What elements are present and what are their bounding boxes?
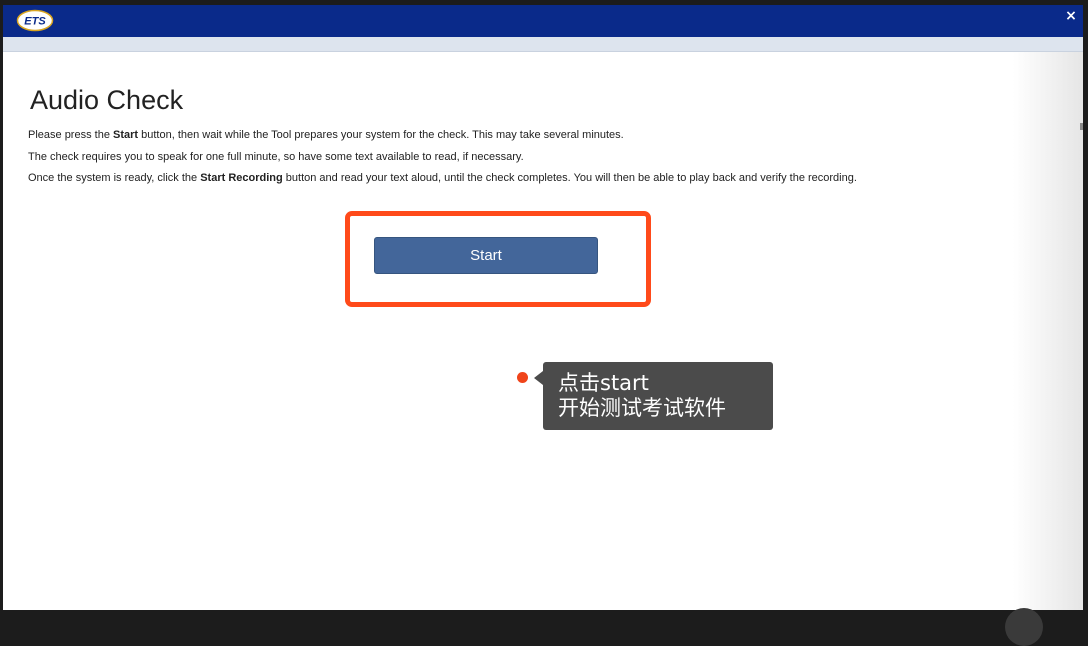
- close-button[interactable]: ×: [1063, 8, 1079, 24]
- instruction-line-2: The check requires you to speak for one …: [28, 151, 524, 163]
- sub-header-bar: [3, 37, 1083, 52]
- annotation-marker-dot: [517, 372, 528, 383]
- start-recording-keyword: Start Recording: [200, 172, 283, 184]
- instruction-text: Once the system is ready, click the: [28, 172, 201, 184]
- instruction-text: Please press the: [28, 129, 113, 141]
- annotation-tooltip: 点击start 开始测试考试软件: [534, 362, 773, 430]
- corner-overlay: [1005, 608, 1043, 646]
- title-bar: ETS ×: [3, 5, 1083, 37]
- right-edge-shade: [1013, 52, 1083, 610]
- ets-logo-text: ETS: [24, 16, 46, 28]
- scrollbar-marker[interactable]: [1080, 123, 1083, 130]
- instruction-line-1: Please press the Start button, then wait…: [28, 129, 624, 141]
- audio-check-window: ETS × Audio Check Please press the Start…: [3, 5, 1083, 610]
- instruction-text: button, then wait while the Tool prepare…: [138, 129, 624, 141]
- instruction-line-3: Once the system is ready, click the Star…: [28, 172, 857, 184]
- ets-logo: ETS: [16, 9, 54, 32]
- start-keyword: Start: [113, 129, 139, 141]
- page-title: Audio Check: [30, 85, 184, 115]
- tooltip-line-1: 点击start: [558, 371, 649, 395]
- start-button[interactable]: Start: [374, 237, 598, 274]
- instruction-text: button and read your text aloud, until t…: [282, 172, 857, 184]
- tooltip-line-2: 开始测试考试软件: [558, 396, 726, 420]
- tooltip-arrow: [534, 371, 543, 385]
